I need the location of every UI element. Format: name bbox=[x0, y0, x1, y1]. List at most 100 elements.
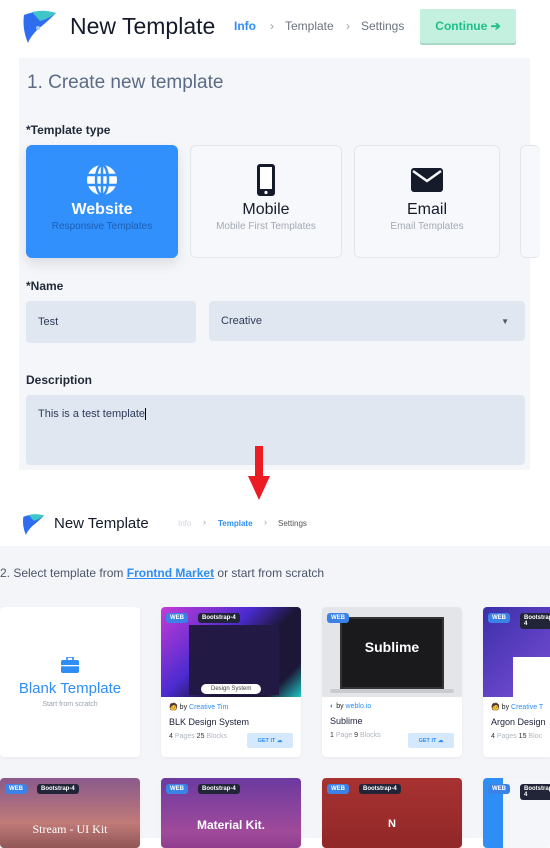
chevron-right-icon: › bbox=[270, 19, 274, 33]
page-title: New Template bbox=[54, 515, 149, 532]
envelope-icon bbox=[355, 163, 499, 197]
page-title: New Template bbox=[70, 13, 216, 39]
blank-template-card[interactable]: Blank Template Start from scratch bbox=[0, 607, 140, 757]
type-name: Website bbox=[71, 201, 133, 218]
section-suffix: or start from scratch bbox=[214, 566, 325, 580]
thumb-label: Design System bbox=[201, 684, 262, 694]
pages-label: Pages bbox=[496, 733, 517, 740]
template-thumbnail: Sublime WEB bbox=[322, 607, 462, 697]
by-text: by bbox=[336, 703, 344, 710]
chevron-right-icon: › bbox=[346, 19, 350, 33]
chevron-right-icon: › bbox=[203, 517, 206, 527]
template-thumbnail: WEB Bootstrap-4 bbox=[483, 607, 550, 697]
get-it-label: GET IT bbox=[257, 737, 276, 744]
thumb-label: Stream - UI Kit bbox=[32, 822, 108, 836]
bootstrap-badge: Bootstrap-4 bbox=[359, 784, 401, 794]
crumb-template[interactable]: Template bbox=[218, 519, 253, 528]
type-card-mobile[interactable]: Mobile Mobile First Templates bbox=[190, 145, 342, 258]
type-name: Email bbox=[406, 201, 447, 218]
web-badge: WEB bbox=[166, 613, 188, 623]
type-name: Mobile bbox=[242, 201, 290, 218]
type-sub: Responsive Templates bbox=[51, 221, 153, 232]
crumb-info[interactable]: Info bbox=[178, 519, 191, 528]
app-logo bbox=[23, 10, 56, 43]
web-badge: WEB bbox=[166, 784, 188, 794]
template-type-label: *Template type bbox=[26, 123, 111, 137]
section-title: 2. Select template from Frontnd Market o… bbox=[0, 566, 324, 580]
briefcase-icon bbox=[0, 656, 140, 678]
mobile-icon bbox=[191, 163, 341, 197]
web-badge: WEB bbox=[488, 784, 510, 794]
blank-sub: Start from scratch bbox=[42, 701, 98, 708]
type-card-partial[interactable] bbox=[520, 145, 540, 258]
template-name: BLK Design System bbox=[169, 717, 250, 727]
blocks-count: 25 bbox=[196, 733, 205, 740]
crumb-template[interactable]: Template bbox=[285, 19, 334, 33]
author-line: ◐ by weblo.io bbox=[330, 703, 454, 710]
avatar: 🧑 bbox=[169, 704, 180, 711]
get-it-button[interactable]: GET IT ☁ bbox=[247, 733, 293, 748]
name-input[interactable]: Test bbox=[26, 301, 196, 343]
author-link[interactable]: weblo.io bbox=[346, 703, 372, 710]
description-value: This is a test template bbox=[38, 408, 146, 420]
pages-count: 4 bbox=[169, 733, 173, 740]
type-sub: Email Templates bbox=[390, 221, 464, 232]
author-link[interactable]: Creative Tim bbox=[189, 704, 228, 711]
app-logo bbox=[22, 514, 44, 535]
web-badge: WEB bbox=[327, 613, 349, 623]
thumb-label: Material Kit. bbox=[196, 818, 265, 832]
section-title: 1. Create new template bbox=[27, 72, 224, 93]
author-line: 🧑 by Creative Tim bbox=[169, 703, 293, 711]
template-card[interactable]: WEB Bootstrap-4 Design System 🧑 by Creat… bbox=[161, 607, 301, 757]
description-label: Description bbox=[26, 373, 93, 387]
category-value: Creative bbox=[221, 315, 262, 327]
globe-icon bbox=[27, 163, 177, 197]
get-it-label: GET IT bbox=[418, 737, 437, 744]
template-stats: 4 Pages 15 Bloc bbox=[491, 733, 542, 740]
bootstrap-badge: Bootstrap-4 bbox=[37, 784, 79, 794]
author-line: 🧑 by Creative T bbox=[491, 703, 543, 711]
template-card[interactable]: Sublime WEB ◐ by weblo.io Sublime 1 Page… bbox=[322, 607, 462, 757]
blocks-label: Bloc bbox=[528, 733, 543, 740]
bootstrap-badge: Bootstrap-4 bbox=[520, 613, 550, 629]
pages-label: Page bbox=[335, 732, 353, 739]
type-card-website[interactable]: Website Responsive Templates bbox=[26, 145, 178, 258]
frontnd-market-link[interactable]: Frontnd Market bbox=[127, 566, 214, 580]
by-text: by bbox=[179, 704, 188, 711]
template-card[interactable]: WEB Bootstrap-4 🧑 by Creative T Argon De… bbox=[483, 607, 550, 757]
blocks-label: Blocks bbox=[360, 732, 381, 739]
template-thumbnail: WEB Bootstrap-4 Design System bbox=[161, 607, 301, 697]
crumb-settings[interactable]: Settings bbox=[278, 519, 307, 528]
crumb-settings[interactable]: Settings bbox=[361, 19, 404, 33]
thumb-label: Sublime bbox=[364, 639, 420, 655]
arrow-down-icon bbox=[248, 446, 270, 500]
web-badge: WEB bbox=[488, 613, 510, 623]
template-name: Sublime bbox=[330, 716, 363, 726]
bootstrap-badge: Bootstrap-4 bbox=[520, 784, 550, 800]
arrow-right-icon: ➔ bbox=[490, 19, 501, 33]
blank-title: Blank Template bbox=[18, 680, 122, 697]
pages-count: 1 bbox=[330, 732, 334, 739]
blocks-label: Blocks bbox=[206, 733, 228, 740]
blocks-count: 15 bbox=[518, 733, 527, 740]
crumb-info[interactable]: Info bbox=[234, 19, 256, 33]
web-badge: WEB bbox=[327, 784, 349, 794]
avatar: 🧑 bbox=[491, 704, 502, 711]
thumb-label: N bbox=[388, 818, 396, 830]
name-label: *Name bbox=[26, 279, 64, 293]
type-card-email[interactable]: Email Email Templates bbox=[354, 145, 500, 258]
blocks-count: 9 bbox=[354, 732, 359, 739]
template-name: Argon Design bbox=[491, 717, 546, 727]
category-select[interactable]: Creative ▼ bbox=[209, 301, 525, 341]
description-textarea[interactable]: This is a test template bbox=[26, 395, 525, 465]
caret-down-icon: ▼ bbox=[501, 316, 509, 326]
web-badge: WEB bbox=[5, 784, 27, 794]
get-it-button[interactable]: GET IT ☁ bbox=[408, 733, 454, 748]
pages-count: 4 bbox=[491, 733, 495, 740]
continue-button[interactable]: Continue ➔ bbox=[420, 9, 516, 43]
bootstrap-badge: Bootstrap-4 bbox=[198, 613, 240, 623]
cloud-download-icon: ☁ bbox=[276, 737, 283, 744]
by-text: by bbox=[501, 704, 510, 711]
author-link[interactable]: Creative T bbox=[511, 704, 543, 711]
section-prefix: 2. Select template from bbox=[0, 566, 127, 580]
